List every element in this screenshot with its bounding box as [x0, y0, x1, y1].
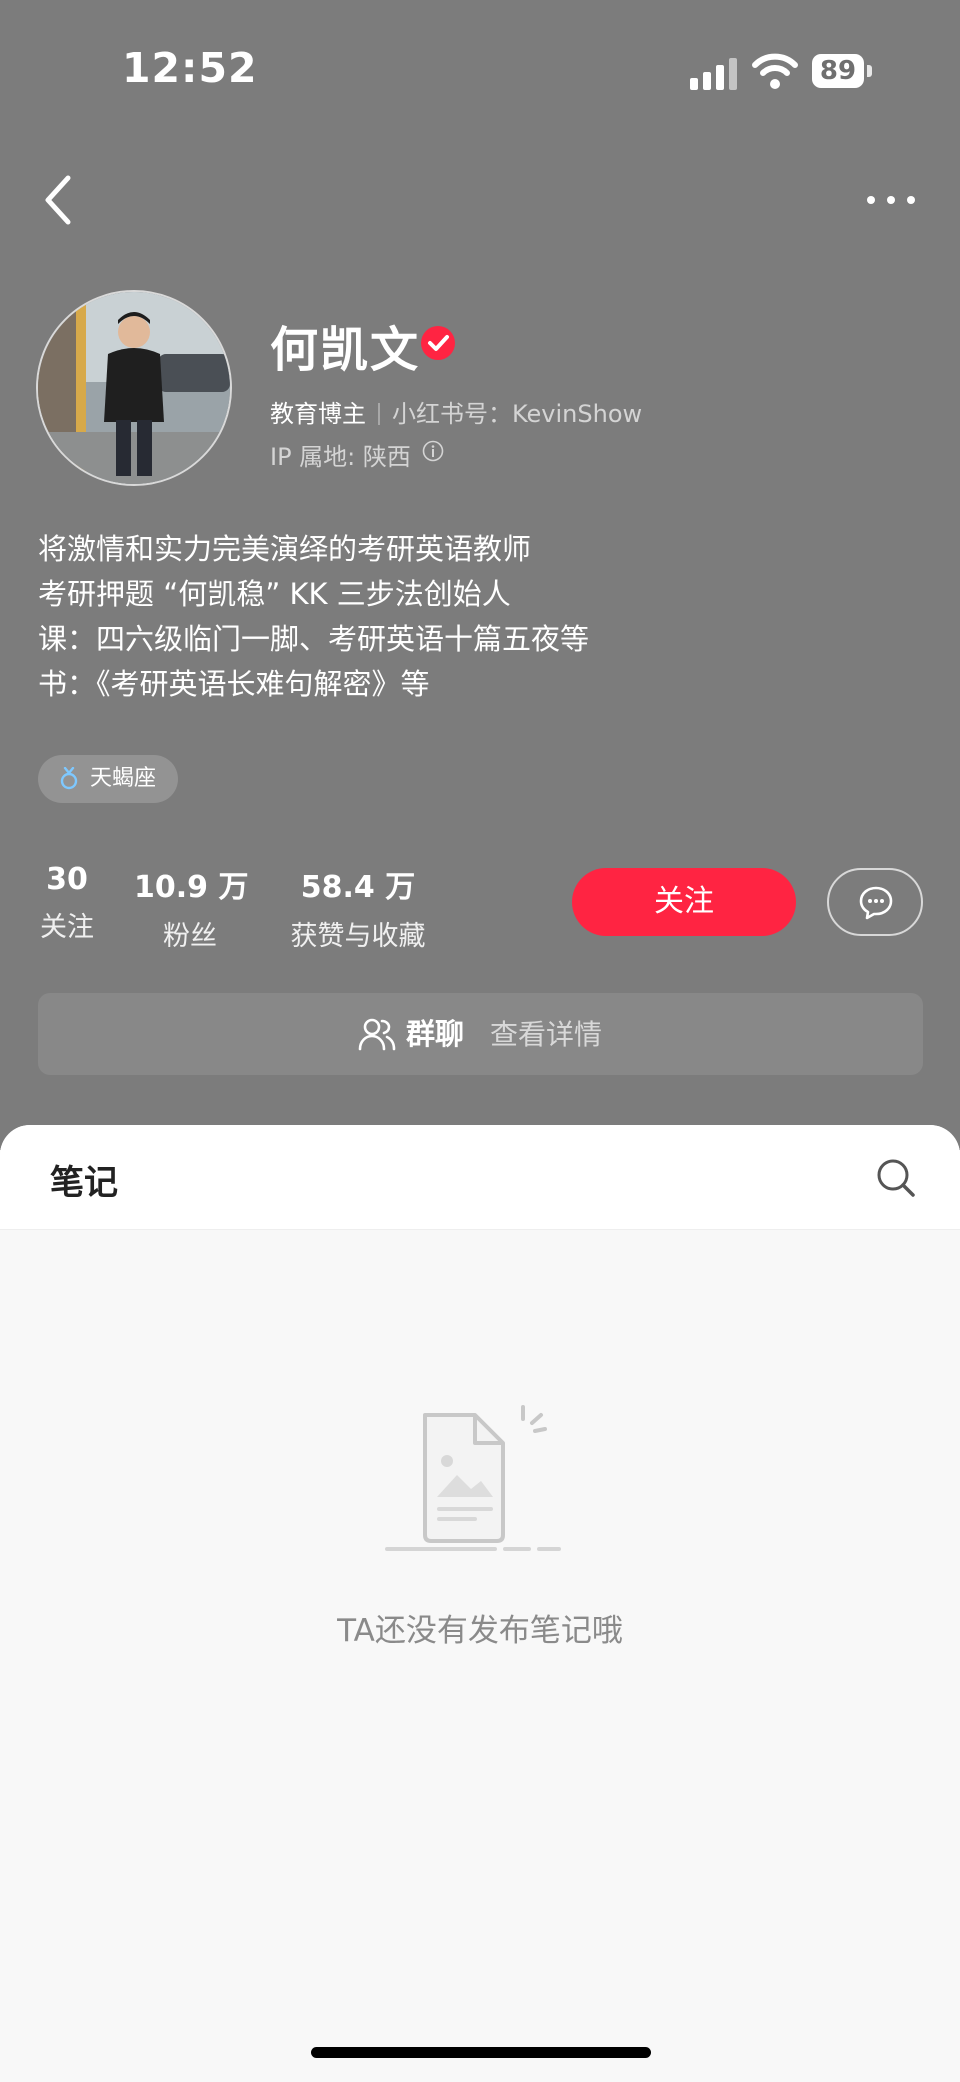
stat-label: 粉丝 — [163, 921, 217, 952]
wifi-icon — [752, 53, 798, 89]
stat-following[interactable]: 30 关注 — [38, 862, 96, 944]
ip-location: IP 属地: 陕西 — [270, 443, 411, 471]
profile-header: 12:52 89 何凯文 教育博主 小红书号：KevinShow IP 属地: … — [0, 0, 960, 1150]
status-time: 12:52 — [122, 44, 258, 92]
battery-level: 89 — [819, 56, 857, 86]
search-icon[interactable] — [875, 1157, 917, 1199]
zodiac-tag: 天蝎座 — [38, 755, 179, 803]
follow-button[interactable]: 关注 — [572, 868, 796, 936]
stat-value: 58.4 万 — [300, 870, 416, 905]
notes-sheet: 笔记 TA还没有发布笔记哦 — [0, 1125, 960, 2082]
stat-value: 10.9 万 — [134, 870, 249, 905]
group-chat-detail: 查看详情 — [490, 1018, 603, 1051]
home-indicator — [311, 2047, 651, 2058]
signal-icon — [690, 58, 737, 90]
profile-role: 教育博主 — [270, 400, 366, 428]
bio-line: 书：《考研英语长难句解密》等 — [38, 667, 430, 701]
verified-icon — [421, 326, 455, 360]
notes-header: 笔记 — [0, 1125, 960, 1230]
info-icon[interactable] — [422, 440, 444, 462]
profile-bio: 将激情和实力完美演绎的考研英语教师 考研押题 “何凯稳” KK 三步法创始人 课… — [38, 527, 589, 707]
stat-label: 获赞与收藏 — [290, 921, 426, 952]
stat-label: 关注 — [40, 912, 94, 943]
stat-value: 30 — [46, 862, 88, 897]
stat-likes[interactable]: 58.4 万 获赞与收藏 — [284, 862, 432, 953]
group-chat-title: 群聊 — [406, 1017, 465, 1051]
profile-meta: 教育博主 小红书号：KevinShow — [270, 394, 642, 429]
back-icon[interactable] — [30, 170, 90, 230]
bio-line: 课：四六级临门一脚、考研英语十篇五夜等 — [38, 622, 590, 656]
group-chat-bar[interactable]: 群聊 查看详情 — [38, 993, 923, 1075]
chat-bubble-icon — [859, 886, 893, 920]
stat-followers[interactable]: 10.9 万 粉丝 — [134, 862, 249, 953]
meta-divider — [378, 403, 380, 425]
female-icon — [60, 767, 78, 790]
more-icon[interactable] — [856, 180, 926, 220]
profile-id: 小红书号：KevinShow — [392, 400, 643, 428]
bio-line: 将激情和实力完美演绎的考研英语教师 — [38, 532, 532, 566]
group-icon — [358, 1018, 396, 1051]
zodiac-label: 天蝎座 — [90, 766, 157, 791]
empty-notes-text: TA还没有发布笔记哦 — [337, 1613, 623, 1649]
battery-indicator: 89 — [812, 54, 872, 90]
avatar[interactable] — [36, 290, 232, 486]
profile-name: 何凯文 — [270, 322, 421, 378]
empty-notes-illustration — [385, 1405, 561, 1551]
bio-line: 考研押题 “何凯稳” KK 三步法创始人 — [38, 577, 511, 611]
tab-notes[interactable]: 笔记 — [50, 1155, 118, 1204]
profile-page: 12:52 89 何凯文 教育博主 小红书号：KevinShow IP 属地: … — [0, 0, 960, 2082]
message-button[interactable] — [827, 868, 923, 936]
